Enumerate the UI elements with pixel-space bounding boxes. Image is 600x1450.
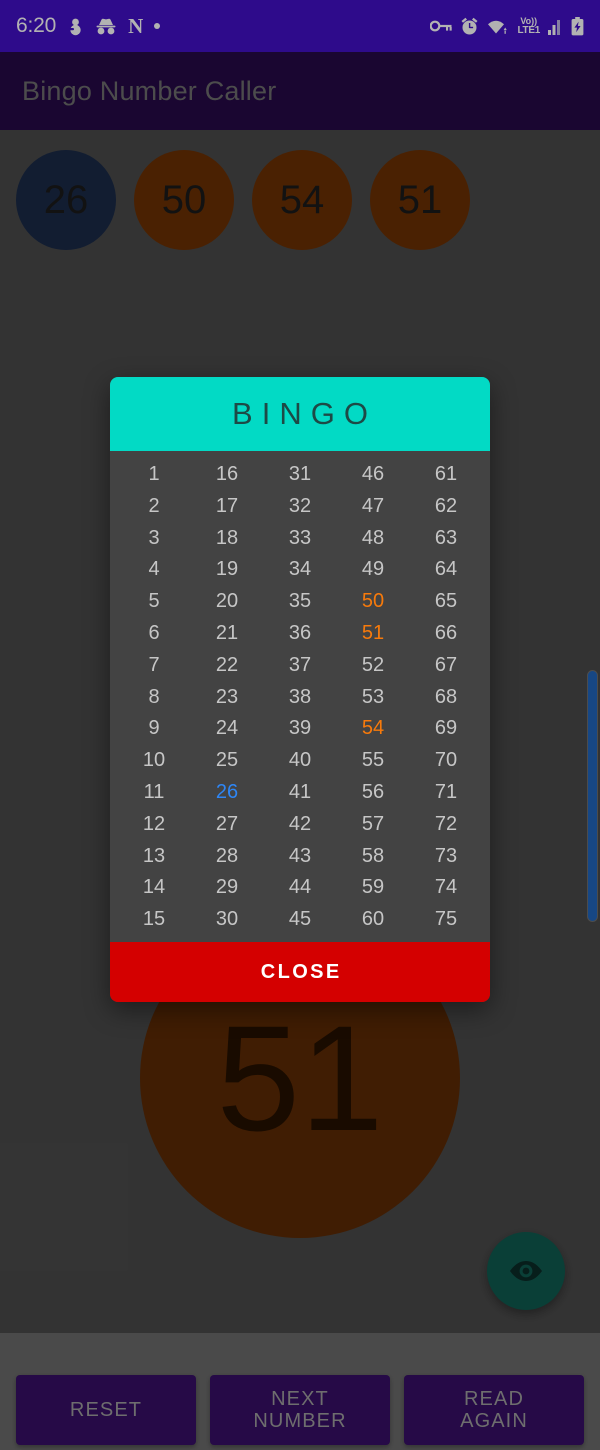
- bingo-grid-number: 58: [361, 844, 385, 867]
- bingo-grid-number: 23: [215, 685, 239, 708]
- bingo-grid-number: 53: [361, 685, 385, 708]
- bingo-grid-number: 38: [288, 685, 312, 708]
- bingo-grid-number: 5: [148, 590, 160, 613]
- bingo-grid-number: 31: [288, 463, 312, 485]
- bingo-grid-number: 45: [288, 908, 312, 931]
- bingo-grid-number: 29: [215, 876, 239, 899]
- bingo-grid-number: 27: [215, 812, 239, 835]
- bingo-grid-number: 14: [142, 876, 166, 899]
- bingo-grid-number: 67: [434, 653, 458, 676]
- bingo-grid-number: 74: [434, 876, 458, 899]
- read-again-button[interactable]: READ AGAIN: [404, 1375, 584, 1445]
- bingo-grid-number: 35: [288, 590, 312, 613]
- bingo-grid-number: 60: [361, 908, 385, 931]
- bingo-grid-number: 24: [215, 717, 239, 740]
- bingo-grid-number: 39: [288, 717, 312, 740]
- bingo-grid-column: 61 62 63 64 65 66 67 68 69 70 71 72 73 74 75: [422, 459, 470, 936]
- bingo-grid-number: 70: [434, 749, 458, 772]
- bingo-grid-number: 2: [148, 494, 160, 517]
- bingo-grid-number: 48: [361, 526, 385, 549]
- bingo-grid-number: 11: [143, 780, 165, 803]
- bingo-grid-number: 21: [215, 621, 239, 644]
- bingo-grid-column: 46 47 48 49 50 51 52 53 54 55 56 57 58 59 60: [349, 459, 397, 936]
- bingo-grid-number: 33: [288, 526, 312, 549]
- bingo-grid-number: 7: [148, 653, 160, 676]
- bingo-grid-number: 72: [434, 812, 458, 835]
- bingo-grid-number: 59: [361, 876, 385, 899]
- bingo-number-grid: 1 2 3 4 5 6 7 8 9 10 11 12 13 14 15 16 17 18 19 20 21 22 23 24 2…: [110, 451, 490, 942]
- bingo-grid-number: 6: [148, 621, 160, 644]
- bingo-grid-number: 32: [288, 494, 312, 517]
- bingo-grid-number: 61: [434, 463, 458, 485]
- bingo-grid-column: 1 2 3 4 5 6 7 8 9 10 11 12 13 14 15: [130, 459, 178, 936]
- bingo-grid-number: 57: [361, 812, 385, 835]
- next-number-button[interactable]: NEXT NUMBER: [210, 1375, 390, 1445]
- bingo-grid-number: 17: [215, 494, 239, 517]
- bingo-grid-number: 42: [288, 812, 312, 835]
- bingo-grid-number: 49: [361, 558, 385, 581]
- bingo-grid-number: 40: [288, 749, 312, 772]
- reset-button[interactable]: RESET: [16, 1375, 196, 1445]
- bingo-grid-number: 13: [142, 844, 166, 867]
- bingo-grid-number: 62: [434, 494, 458, 517]
- bingo-grid-number: 3: [148, 526, 160, 549]
- bingo-grid-number: 12: [142, 812, 166, 835]
- bingo-grid-number: 9: [148, 717, 160, 740]
- bottom-button-bar: RESET NEXT NUMBER READ AGAIN: [0, 1370, 600, 1450]
- bingo-grid-number: 36: [288, 621, 312, 644]
- bingo-grid-number: 51: [361, 621, 385, 644]
- bingo-grid-number: 47: [361, 494, 385, 517]
- bingo-board-dialog: BINGO 1 2 3 4 5 6 7 8 9 10 11 12 13 14 15 16 17 18 19 20 21 2…: [110, 377, 490, 1002]
- bingo-grid-column: 16 17 18 19 20 21 22 23 24 25 26 27 28 29 30: [203, 459, 251, 936]
- bingo-grid-number: 16: [215, 463, 239, 485]
- bingo-grid-number: 20: [215, 590, 239, 613]
- bingo-grid-number: 69: [434, 717, 458, 740]
- bingo-grid-number: 18: [215, 526, 239, 549]
- bingo-grid-number: 64: [434, 558, 458, 581]
- close-button[interactable]: CLOSE: [110, 941, 490, 1002]
- bingo-grid-number: 15: [142, 908, 166, 931]
- bingo-grid-number: 37: [288, 653, 312, 676]
- bingo-grid-number: 68: [434, 685, 458, 708]
- dialog-title: BINGO: [110, 377, 490, 451]
- bingo-grid-number: 34: [288, 558, 312, 581]
- bingo-grid-number: 56: [361, 780, 385, 803]
- bingo-grid-number: 63: [434, 526, 458, 549]
- bingo-grid-number: 43: [288, 844, 312, 867]
- bingo-grid-number: 65: [434, 590, 458, 613]
- bingo-grid-number: 19: [215, 558, 239, 581]
- bingo-grid-number: 22: [215, 653, 239, 676]
- bingo-grid-number: 66: [434, 621, 458, 644]
- bingo-grid-number: 75: [434, 908, 458, 931]
- bingo-grid-number: 50: [361, 590, 385, 613]
- bingo-grid-number: 26: [215, 780, 239, 803]
- bingo-grid-number: 8: [148, 685, 160, 708]
- bingo-grid-number: 41: [288, 780, 312, 803]
- bingo-grid-number: 52: [361, 653, 385, 676]
- bingo-grid-number: 44: [288, 876, 312, 899]
- bingo-grid-number: 28: [215, 844, 239, 867]
- bingo-grid-number: 73: [434, 844, 458, 867]
- bingo-grid-number: 46: [361, 463, 385, 485]
- bingo-grid-column: 31 32 33 34 35 36 37 38 39 40 41 42 43 44 45: [276, 459, 324, 936]
- bingo-grid-number: 1: [148, 463, 160, 485]
- bingo-grid-number: 4: [148, 558, 160, 581]
- bingo-grid-number: 54: [361, 717, 385, 740]
- bingo-grid-number: 30: [215, 908, 239, 931]
- bingo-grid-number: 55: [361, 749, 385, 772]
- bingo-grid-number: 71: [434, 780, 458, 803]
- bingo-grid-number: 10: [142, 749, 166, 772]
- bingo-grid-number: 25: [215, 749, 239, 772]
